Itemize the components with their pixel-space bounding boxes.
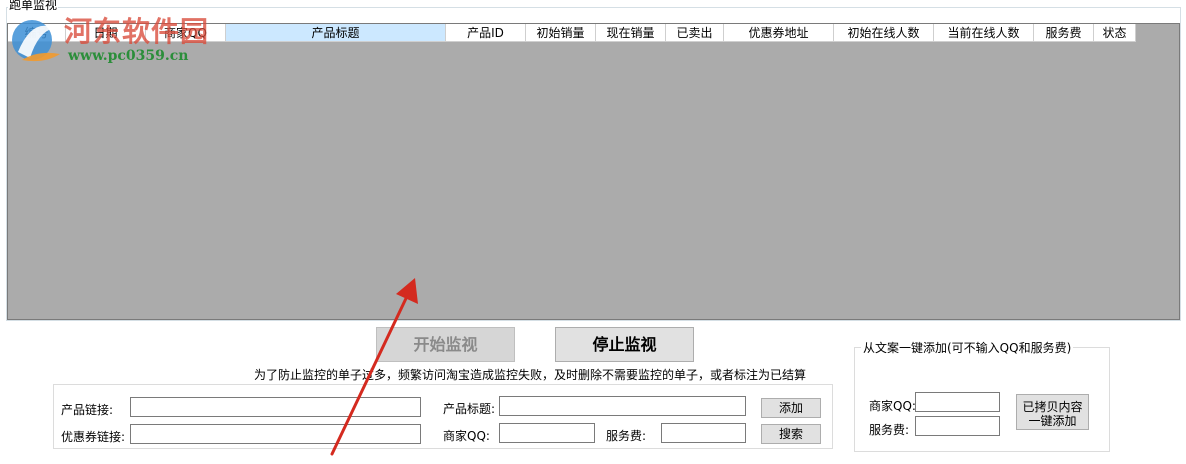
grid-column-header[interactable]: 已卖出 [666,24,724,42]
product-link-label: 产品链接: [61,403,114,417]
search-button[interactable]: 搜索 [761,424,821,444]
stop-monitor-button[interactable]: 停止监视 [555,327,694,362]
merchant-qq-input[interactable] [499,423,595,443]
quick-service-fee-input[interactable] [915,416,1000,436]
group-title: 跑单监视 [8,0,59,12]
annotation-arrow-icon [330,278,418,456]
grid-column-header[interactable]: 服务费 [1034,24,1094,42]
service-fee-label: 服务费: [606,429,647,443]
watermark-url: www.pc0359.cn [68,48,189,64]
grid-column-header[interactable]: 初始在线人数 [834,24,934,42]
coupon-link-label: 优惠券链接: [61,430,126,444]
quick-service-fee-label: 服务费: [869,423,910,437]
grid-column-header[interactable]: 当前在线人数 [934,24,1034,42]
grid-column-header[interactable]: 产品标题 [226,24,446,42]
product-title-label: 产品标题: [443,402,496,416]
add-button[interactable]: 添加 [761,398,821,418]
grid-column-header[interactable]: 状态 [1094,24,1136,42]
product-title-input[interactable] [499,396,746,416]
service-fee-input[interactable] [661,423,746,443]
monitor-grid[interactable]: 编号日期商家QQ产品标题产品ID初始销量现在销量已卖出优惠券地址初始在线人数当前… [7,23,1180,320]
watermark-text: 河东软件园 [64,15,210,48]
quick-merchant-qq-label: 商家QQ: [869,399,916,413]
watermark-logo-icon [12,20,60,62]
grid-column-header[interactable]: 现在销量 [596,24,666,42]
merchant-qq-label: 商家QQ: [443,429,490,443]
grid-column-header[interactable]: 初始销量 [526,24,596,42]
quick-merchant-qq-input[interactable] [915,392,1000,412]
grid-column-header[interactable]: 产品ID [446,24,526,42]
quick-add-title: 从文案一键添加(可不输入QQ和服务费) [861,339,1074,356]
grid-column-header[interactable]: 优惠券地址 [724,24,834,42]
paste-quick-add-button[interactable]: 已拷贝内容 一键添加 [1016,394,1089,430]
